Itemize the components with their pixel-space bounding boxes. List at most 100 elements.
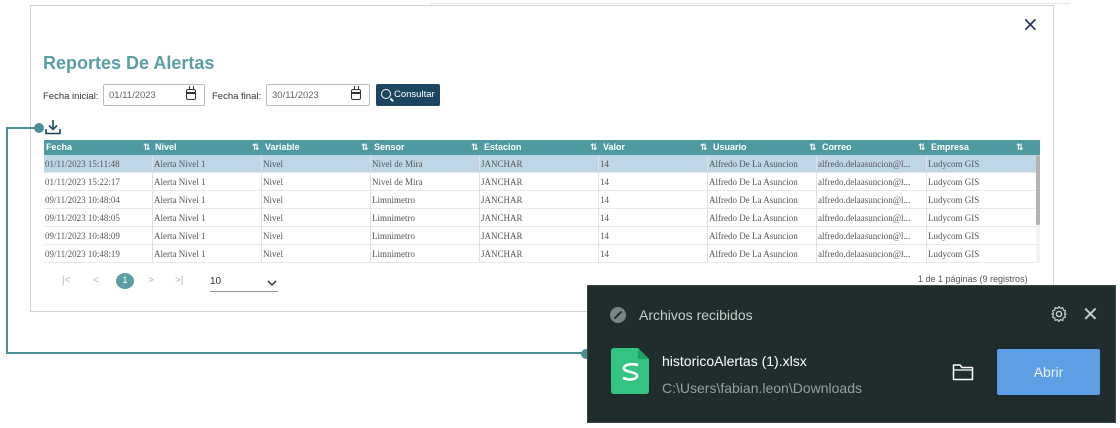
cell-variable: Nivel (263, 249, 283, 259)
cell-correo: alfredo.delaasuncion@l... (818, 249, 911, 259)
page-info: 1 de 1 páginas (9 registros) (918, 274, 1028, 284)
cell-variable: Nivel (263, 177, 283, 187)
table-header: Fecha ⇅ Nivel ⇅ Variable ⇅ Sensor ⇅ Esta… (44, 140, 1040, 155)
cell-empresa: Ludycom GIS (928, 213, 980, 223)
cell-correo: alfredo.delaasuncion@l... (818, 231, 911, 241)
table-row[interactable]: 01/11/2023 15:11:48 Alerta Nivel 1 Nivel… (44, 155, 1036, 173)
downloaded-file-name[interactable]: historicoAlertas (1).xlsx (662, 353, 807, 369)
cell-correo: alfredo.delaasuncion@l... (818, 195, 911, 205)
close-icon[interactable]: ✕ (1082, 302, 1099, 326)
spreadsheet-icon (611, 348, 649, 394)
calendar-icon[interactable] (351, 86, 361, 100)
close-dialog-icon[interactable]: × (1022, 14, 1039, 34)
page-title: Reportes De Alertas (43, 53, 215, 73)
cell-sensor: Limnimetro (372, 231, 415, 241)
sort-icon[interactable]: ⇅ (471, 142, 479, 153)
cell-valor: 14 (600, 213, 609, 223)
table-row[interactable]: 09/11/2023 10:48:09 Alerta Nivel 1 Nivel… (44, 227, 1036, 245)
cell-estacion: JANCHAR (481, 195, 523, 205)
cell-valor: 14 (600, 231, 609, 241)
column-divider (816, 155, 817, 263)
cell-variable: Nivel (263, 195, 283, 205)
column-divider (261, 155, 262, 263)
sort-icon[interactable]: ⇅ (361, 142, 369, 153)
cell-variable: Nivel (263, 159, 283, 169)
search-icon (381, 89, 391, 99)
cell-usuario: Alfredo De La Asuncion (709, 231, 798, 241)
consult-button[interactable]: Consultar (376, 84, 440, 106)
cell-sensor: Limnimetro (372, 195, 415, 205)
start-date-label: Fecha inicial: (43, 91, 99, 102)
cell-correo: alfredo.delaasuncion@l... (818, 177, 911, 187)
cell-nivel: Alerta Nivel 1 (154, 159, 206, 169)
calendar-icon[interactable] (186, 86, 196, 100)
sort-icon[interactable]: ⇅ (809, 142, 817, 153)
downloads-title: Archivos recibidos (639, 307, 753, 323)
folder-icon[interactable] (952, 363, 974, 381)
col-fecha[interactable]: Fecha (46, 142, 72, 152)
col-usuario[interactable]: Usuario (713, 142, 747, 152)
open-file-button[interactable]: Abrir (997, 349, 1100, 395)
prev-page-button[interactable]: < (93, 275, 99, 286)
downloaded-file-path: C:\Users\fabian.leon\Downloads (662, 380, 862, 396)
column-divider (370, 155, 371, 263)
sort-icon[interactable]: ⇅ (143, 142, 151, 153)
cell-fecha: 01/11/2023 15:11:48 (45, 159, 120, 169)
sort-icon[interactable]: ⇅ (252, 142, 260, 153)
cell-fecha: 09/11/2023 10:48:19 (45, 249, 120, 259)
col-variable[interactable]: Variable (265, 142, 300, 152)
table-row[interactable]: 09/11/2023 10:48:05 Alerta Nivel 1 Nivel… (44, 209, 1036, 227)
column-divider (479, 155, 480, 263)
cell-estacion: JANCHAR (481, 159, 523, 169)
cell-estacion: JANCHAR (481, 231, 523, 241)
cell-nivel: Alerta Nivel 1 (154, 213, 206, 223)
cell-empresa: Ludycom GIS (928, 159, 980, 169)
cell-fecha: 09/11/2023 10:48:09 (45, 231, 120, 241)
end-date-input[interactable]: 30/11/2023 (266, 84, 370, 106)
last-page-button[interactable]: >| (175, 275, 183, 286)
cell-estacion: JANCHAR (481, 213, 523, 223)
col-correo[interactable]: Correo (822, 142, 852, 152)
cell-valor: 14 (600, 195, 609, 205)
next-page-button[interactable]: > (148, 275, 154, 286)
sort-icon[interactable]: ⇅ (1016, 142, 1024, 153)
page-size-select[interactable]: 10 (210, 276, 278, 292)
cell-nivel: Alerta Nivel 1 (154, 177, 206, 187)
current-page-button[interactable]: 1 (116, 273, 134, 289)
cell-nivel: Alerta Nivel 1 (154, 195, 206, 205)
start-date-value: 01/11/2023 (109, 90, 156, 101)
column-divider (707, 155, 708, 263)
table-row[interactable]: 09/11/2023 10:48:19 Alerta Nivel 1 Nivel… (44, 245, 1036, 263)
cell-empresa: Ludycom GIS (928, 249, 980, 259)
sort-icon[interactable]: ⇅ (700, 142, 708, 153)
column-divider (926, 155, 927, 263)
table-scrollbar-thumb[interactable] (1036, 155, 1040, 225)
gear-icon[interactable] (1050, 305, 1068, 323)
cell-usuario: Alfredo De La Asuncion (709, 195, 798, 205)
cell-sensor: Limnimetro (372, 249, 415, 259)
top-divider (430, 3, 1070, 4)
table-row[interactable]: 09/11/2023 10:48:04 Alerta Nivel 1 Nivel… (44, 191, 1036, 209)
download-status-icon (610, 307, 626, 323)
col-estacion[interactable]: Estacion (484, 142, 522, 152)
col-sensor[interactable]: Sensor (374, 142, 405, 152)
consult-label: Consultar (394, 89, 435, 100)
column-divider (598, 155, 599, 263)
first-page-button[interactable]: |< (62, 275, 70, 286)
end-date-label: Fecha final: (212, 91, 262, 102)
col-empresa[interactable]: Empresa (931, 142, 969, 152)
cell-correo: alfredo.delaasuncion@l... (818, 159, 911, 169)
table-row[interactable]: 01/11/2023 15:22:17 Alerta Nivel 1 Nivel… (44, 173, 1036, 191)
cell-nivel: Alerta Nivel 1 (154, 231, 206, 241)
downloads-popup: Archivos recibidos ✕ historicoAlertas (1… (587, 285, 1116, 423)
col-nivel[interactable]: Nivel (155, 142, 177, 152)
cell-empresa: Ludycom GIS (928, 177, 980, 187)
sort-icon[interactable]: ⇅ (918, 142, 926, 153)
cell-valor: 14 (600, 159, 609, 169)
cell-valor: 14 (600, 249, 609, 259)
download-icon[interactable] (44, 118, 62, 136)
sort-icon[interactable]: ⇅ (590, 142, 598, 153)
start-date-input[interactable]: 01/11/2023 (103, 84, 205, 106)
end-date-value: 30/11/2023 (272, 90, 319, 101)
col-valor[interactable]: Valor (603, 142, 625, 152)
